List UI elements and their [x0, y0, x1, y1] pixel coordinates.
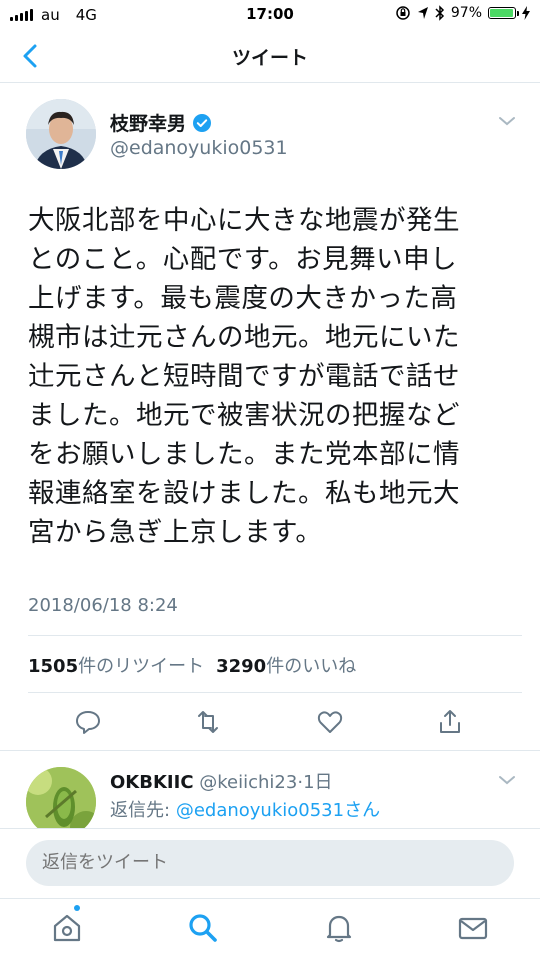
status-bar: au 4G 17:00 97%	[0, 0, 540, 30]
tweet-text-line: とのこと。心配です。お見舞い申し	[28, 244, 458, 275]
reply-composer	[0, 828, 540, 899]
reply-to-mention[interactable]: @edanoyukio0531さん	[176, 800, 380, 821]
chevron-down-icon[interactable]	[498, 774, 516, 786]
notifications-icon[interactable]	[322, 911, 356, 945]
verified-badge-icon	[193, 113, 212, 132]
reply-age: 1日	[303, 772, 333, 793]
like-count: 3290	[216, 656, 267, 677]
tweet-text-line: 辻元さんと短時間ですが電話で話せ	[28, 361, 460, 392]
share-icon[interactable]	[436, 708, 464, 736]
tweet-text-line: 大阪北部を中心に大きな地震が発生	[28, 205, 460, 236]
divider	[0, 750, 540, 751]
page-title: ツイート	[231, 47, 308, 69]
like-icon[interactable]	[316, 708, 344, 736]
search-icon[interactable]	[186, 911, 220, 945]
tweet-text-line: 報連絡室を設けました。私も地元大	[28, 478, 460, 509]
retweet-count-link[interactable]: 1505件のリツイート	[28, 652, 204, 678]
tweet-text-line: 上げます。最も震度の大きかった高	[28, 283, 458, 314]
divider	[28, 692, 522, 693]
reply-author-name[interactable]: OKBKIIC	[110, 772, 194, 793]
tweet-text-line: ました。地元で被害状況の把握など	[28, 400, 460, 431]
reply-input[interactable]	[26, 840, 514, 886]
author-handle[interactable]: @edanoyukio0531	[110, 137, 288, 159]
author-name[interactable]: 枝野幸男	[110, 109, 186, 136]
messages-icon[interactable]	[456, 911, 490, 945]
navigation-bar: ツイート	[0, 30, 540, 83]
tweet-text-line: 槻市は辻元さんの地元。地元にいた	[28, 322, 460, 353]
tweet-text-line: をお願いしました。また党本部に情	[28, 439, 460, 470]
tweet-actions	[0, 704, 540, 744]
reply-to-label: 返信先:	[110, 800, 171, 821]
author-avatar[interactable]	[26, 99, 96, 169]
home-icon[interactable]	[50, 911, 84, 945]
reply-icon[interactable]	[74, 708, 102, 736]
charging-icon	[522, 6, 530, 20]
reply-to-line: 返信先: @edanoyukio0531さん	[110, 796, 380, 822]
author-name-row: 枝野幸男	[110, 109, 212, 136]
tab-bar	[0, 898, 540, 961]
tweet-timestamp: 2018/06/18 8:24	[28, 595, 178, 616]
chevron-down-icon[interactable]	[498, 115, 516, 127]
orientation-lock-icon	[396, 6, 410, 20]
reply-item[interactable]: OKBKIIC @keiichi23·1日 返信先: @edanoyukio05…	[0, 752, 540, 830]
retweet-count-label: 件のリツイート	[78, 656, 205, 677]
like-count-link[interactable]: 3290件のいいね	[216, 652, 356, 678]
location-icon	[417, 7, 428, 19]
reply-header: OKBKIIC @keiichi23·1日	[110, 768, 333, 794]
reply-author-handle[interactable]: @keiichi23	[199, 772, 297, 793]
divider	[28, 635, 522, 636]
battery-icon	[488, 7, 519, 19]
retweet-icon[interactable]	[194, 708, 222, 736]
engagement-stats: 1505件のリツイート 3290件のいいね	[28, 652, 356, 678]
battery-percent: 97%	[450, 5, 482, 21]
retweet-count: 1505	[28, 656, 79, 677]
like-count-label: 件のいいね	[266, 656, 357, 677]
bluetooth-icon	[435, 5, 444, 21]
tweet-text: 大阪北部を中心に大きな地震が発生 とのこと。心配です。お見舞い申し 上げます。最…	[28, 201, 518, 552]
reply-avatar[interactable]	[26, 767, 96, 830]
tweet-text-line: 宮から急ぎ上京します。	[28, 517, 323, 548]
